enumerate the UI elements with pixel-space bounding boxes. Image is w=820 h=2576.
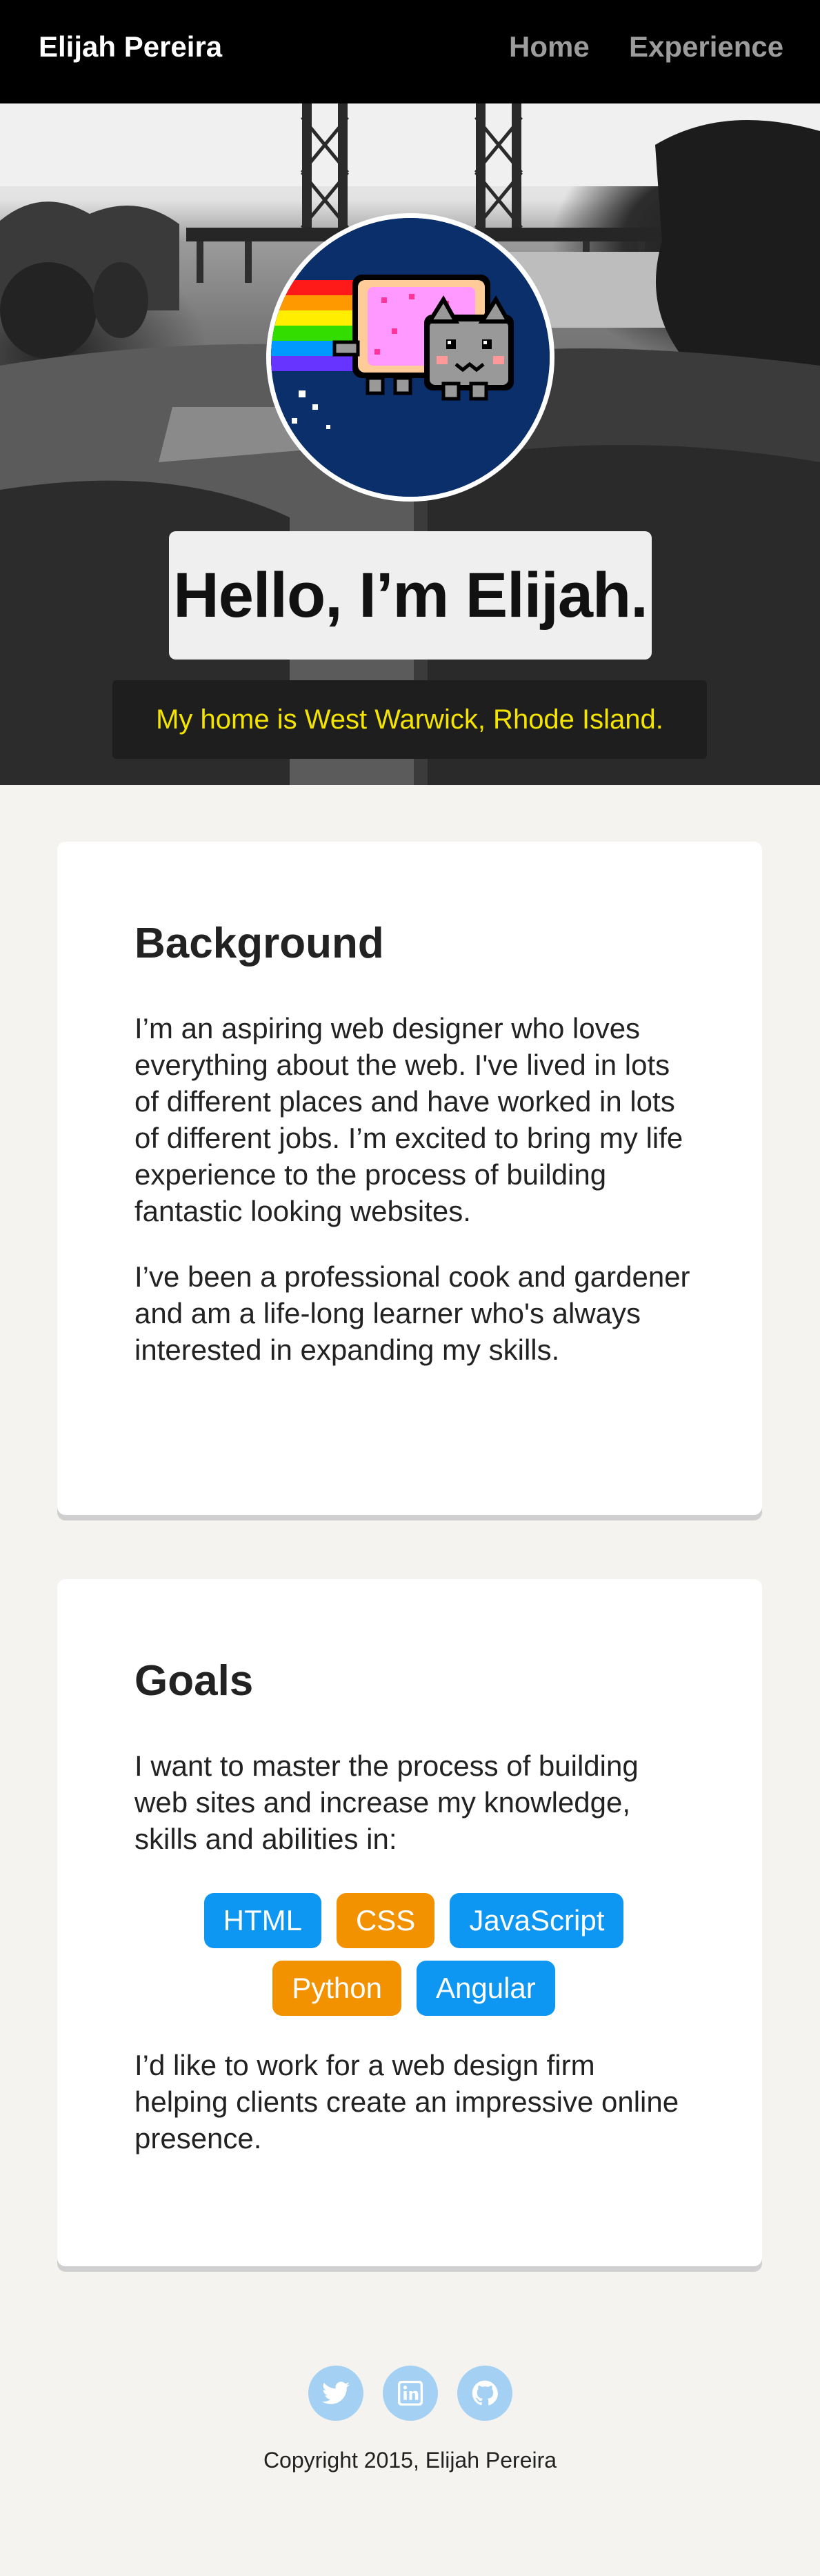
skill-tags: HTML CSS JavaScript Python Angular bbox=[134, 1893, 693, 2016]
social-links bbox=[0, 2366, 820, 2421]
twitter-icon bbox=[321, 2381, 350, 2404]
brand-name[interactable]: Elijah Pereira bbox=[39, 30, 222, 63]
skill-tag-html[interactable]: HTML bbox=[203, 1893, 321, 1948]
skill-tag-javascript[interactable]: JavaScript bbox=[450, 1893, 624, 1948]
background-card: Background I’m an aspiring web designer … bbox=[57, 842, 762, 1515]
skill-tag-angular[interactable]: Angular bbox=[417, 1961, 555, 2016]
copyright-text: Copyright 2015, Elijah Pereira bbox=[263, 2448, 557, 2473]
hero-section: Hello, I’m Elijah. My home is West Warwi… bbox=[0, 103, 820, 785]
top-nav: Elijah Pereira Home Experience bbox=[0, 0, 820, 103]
twitter-link[interactable] bbox=[308, 2366, 363, 2421]
hero-greeting: Hello, I’m Elijah. bbox=[173, 559, 648, 631]
skill-tag-css[interactable]: CSS bbox=[336, 1893, 435, 1948]
background-paragraph-1: I’m an aspiring web designer who loves e… bbox=[134, 1012, 683, 1227]
goals-outro: I’d like to work for a web design firm h… bbox=[134, 2049, 679, 2154]
nyan-cat-image bbox=[271, 218, 550, 497]
linkedin-link[interactable] bbox=[382, 2366, 438, 2421]
background-paragraph-2: I’ve been a professional cook and garden… bbox=[134, 1260, 690, 1366]
nav-link-experience[interactable]: Experience bbox=[629, 30, 783, 63]
avatar bbox=[266, 213, 554, 502]
greeting-box: Hello, I’m Elijah. bbox=[169, 531, 652, 660]
goals-intro: I want to master the process of building… bbox=[134, 1750, 639, 1855]
nav-link-home[interactable]: Home bbox=[509, 30, 590, 63]
goals-title: Goals bbox=[134, 1657, 254, 1705]
location-box: My home is West Warwick, Rhode Island. bbox=[112, 680, 707, 759]
skill-tag-python[interactable]: Python bbox=[272, 1961, 401, 2016]
goals-card: Goals I want to master the process of bu… bbox=[57, 1579, 762, 2266]
github-icon bbox=[472, 2380, 498, 2406]
background-title: Background bbox=[134, 920, 384, 967]
hero-location: My home is West Warwick, Rhode Island. bbox=[156, 704, 663, 735]
github-link[interactable] bbox=[457, 2366, 512, 2421]
linkedin-icon bbox=[397, 2381, 423, 2406]
